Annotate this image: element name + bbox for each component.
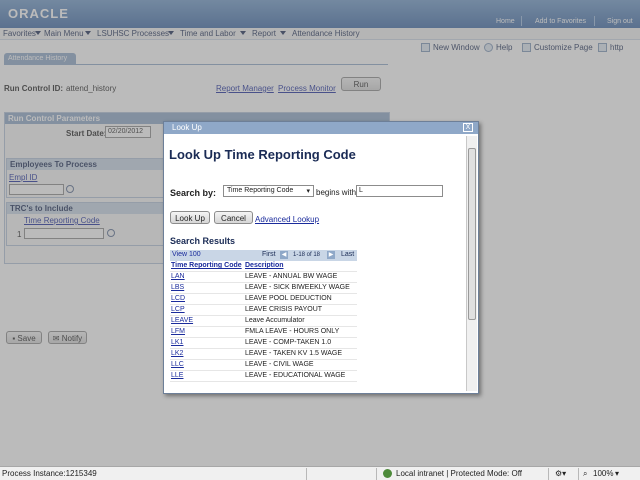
table-row[interactable]: LK2 LEAVE - TAKEN KV 1.5 WAGE <box>170 349 357 360</box>
range-label: 1-18 of 18 <box>293 252 321 258</box>
table-row[interactable]: LAN LEAVE - ANNUAL BW WAGE <box>170 272 357 283</box>
process-instance: Process Instance:1215349 <box>2 469 97 478</box>
table-row[interactable]: LLE LEAVE - EDUCATIONAL WAGE <box>170 371 357 382</box>
trc-description: LEAVE - EDUCATIONAL WAGE <box>245 372 346 379</box>
trc-description: LEAVE - CIVIL WAGE <box>245 361 314 368</box>
divider <box>306 468 307 480</box>
table-row[interactable]: LCD LEAVE POOL DEDUCTION <box>170 294 357 305</box>
view-100-link[interactable]: View 100 <box>172 251 201 258</box>
chevron-down-icon: ▾ <box>306 188 310 195</box>
security-zone: Local intranet | Protected Mode: Off <box>396 469 522 478</box>
table-row[interactable]: LBS LEAVE - SICK BIWEEKLY WAGE <box>170 283 357 294</box>
lookup-button[interactable]: Look Up <box>170 211 210 224</box>
table-header-row: Time Reporting Code Description <box>170 261 357 272</box>
trc-code-link[interactable]: LLC <box>171 361 184 368</box>
search-by-value: Time Reporting Code <box>227 187 294 194</box>
column-header-description[interactable]: Description <box>245 262 284 269</box>
lookup-dialog: Look Up X Look Up Time Reporting Code Se… <box>163 121 479 394</box>
first-label: First <box>262 251 276 258</box>
trc-description: LEAVE - COMP-TAKEN 1.0 <box>245 339 332 346</box>
trc-code-link[interactable]: LLE <box>171 372 183 379</box>
trc-description: LEAVE - TAKEN KV 1.5 WAGE <box>245 350 342 357</box>
globe-icon <box>383 469 392 478</box>
search-by-select[interactable]: Time Reporting Code ▾ <box>223 185 314 197</box>
close-button[interactable]: X <box>463 123 473 132</box>
previous-arrow-icon[interactable]: ◀ <box>280 251 288 259</box>
dialog-title: Look Up <box>172 123 202 132</box>
search-value-input[interactable]: L <box>356 185 443 197</box>
table-row[interactable]: LLC LEAVE - CIVIL WAGE <box>170 360 357 371</box>
table-row[interactable]: LFM FMLA LEAVE - HOURS ONLY <box>170 327 357 338</box>
operator-label: begins with <box>316 188 357 197</box>
table-row[interactable]: LEAVE Leave Accumulator <box>170 316 357 327</box>
trc-description: Leave Accumulator <box>245 317 305 324</box>
trc-code-link[interactable]: LK1 <box>171 339 183 346</box>
grid-navigation: View 100 First ◀ 1-18 of 18 ▶ Last <box>170 250 357 261</box>
trc-code-link[interactable]: LFM <box>171 328 185 335</box>
last-label: Last <box>341 251 355 258</box>
trc-code-link[interactable]: LCD <box>171 295 185 302</box>
scrollbar-thumb[interactable] <box>468 148 476 320</box>
trc-code-link[interactable]: LK2 <box>171 350 183 357</box>
dialog-titlebar: Look Up X <box>164 122 478 134</box>
table-row[interactable]: LK1 LEAVE - COMP-TAKEN 1.0 <box>170 338 357 349</box>
divider <box>376 468 377 480</box>
protected-mode-icon[interactable]: ⚙▾ <box>555 469 566 478</box>
advanced-lookup-link[interactable]: Advanced Lookup <box>255 215 319 224</box>
trc-code-link[interactable]: LBS <box>171 284 184 291</box>
cancel-button[interactable]: Cancel <box>214 211 253 224</box>
trc-description: LEAVE CRISIS PAYOUT <box>245 306 323 313</box>
search-by-label: Search by: <box>170 188 217 198</box>
next-arrow-icon[interactable]: ▶ <box>327 251 335 259</box>
dialog-heading: Look Up Time Reporting Code <box>169 147 356 162</box>
search-results-title: Search Results <box>170 236 236 246</box>
table-row[interactable]: LCP LEAVE CRISIS PAYOUT <box>170 305 357 316</box>
trc-code-link[interactable]: LCP <box>171 306 185 313</box>
trc-description: FMLA LEAVE - HOURS ONLY <box>245 328 340 335</box>
trc-description: LEAVE POOL DEDUCTION <box>245 295 332 302</box>
divider <box>548 468 549 480</box>
browser-status-bar: Process Instance:1215349 Local intranet … <box>0 466 640 480</box>
zoom-level[interactable]: 100% <box>593 469 613 478</box>
divider <box>578 468 579 480</box>
zoom-icon[interactable]: ⌕ <box>583 469 587 479</box>
column-header-code[interactable]: Time Reporting Code <box>171 262 242 269</box>
trc-code-link[interactable]: LEAVE <box>171 317 193 324</box>
trc-code-link[interactable]: LAN <box>171 273 185 280</box>
trc-description: LEAVE - SICK BIWEEKLY WAGE <box>245 284 350 291</box>
dialog-scrollbar[interactable] <box>466 136 477 391</box>
trc-description: LEAVE - ANNUAL BW WAGE <box>245 273 338 280</box>
chevron-down-icon[interactable]: ▾ <box>615 469 619 478</box>
results-grid: View 100 First ◀ 1-18 of 18 ▶ Last Time … <box>170 250 357 382</box>
